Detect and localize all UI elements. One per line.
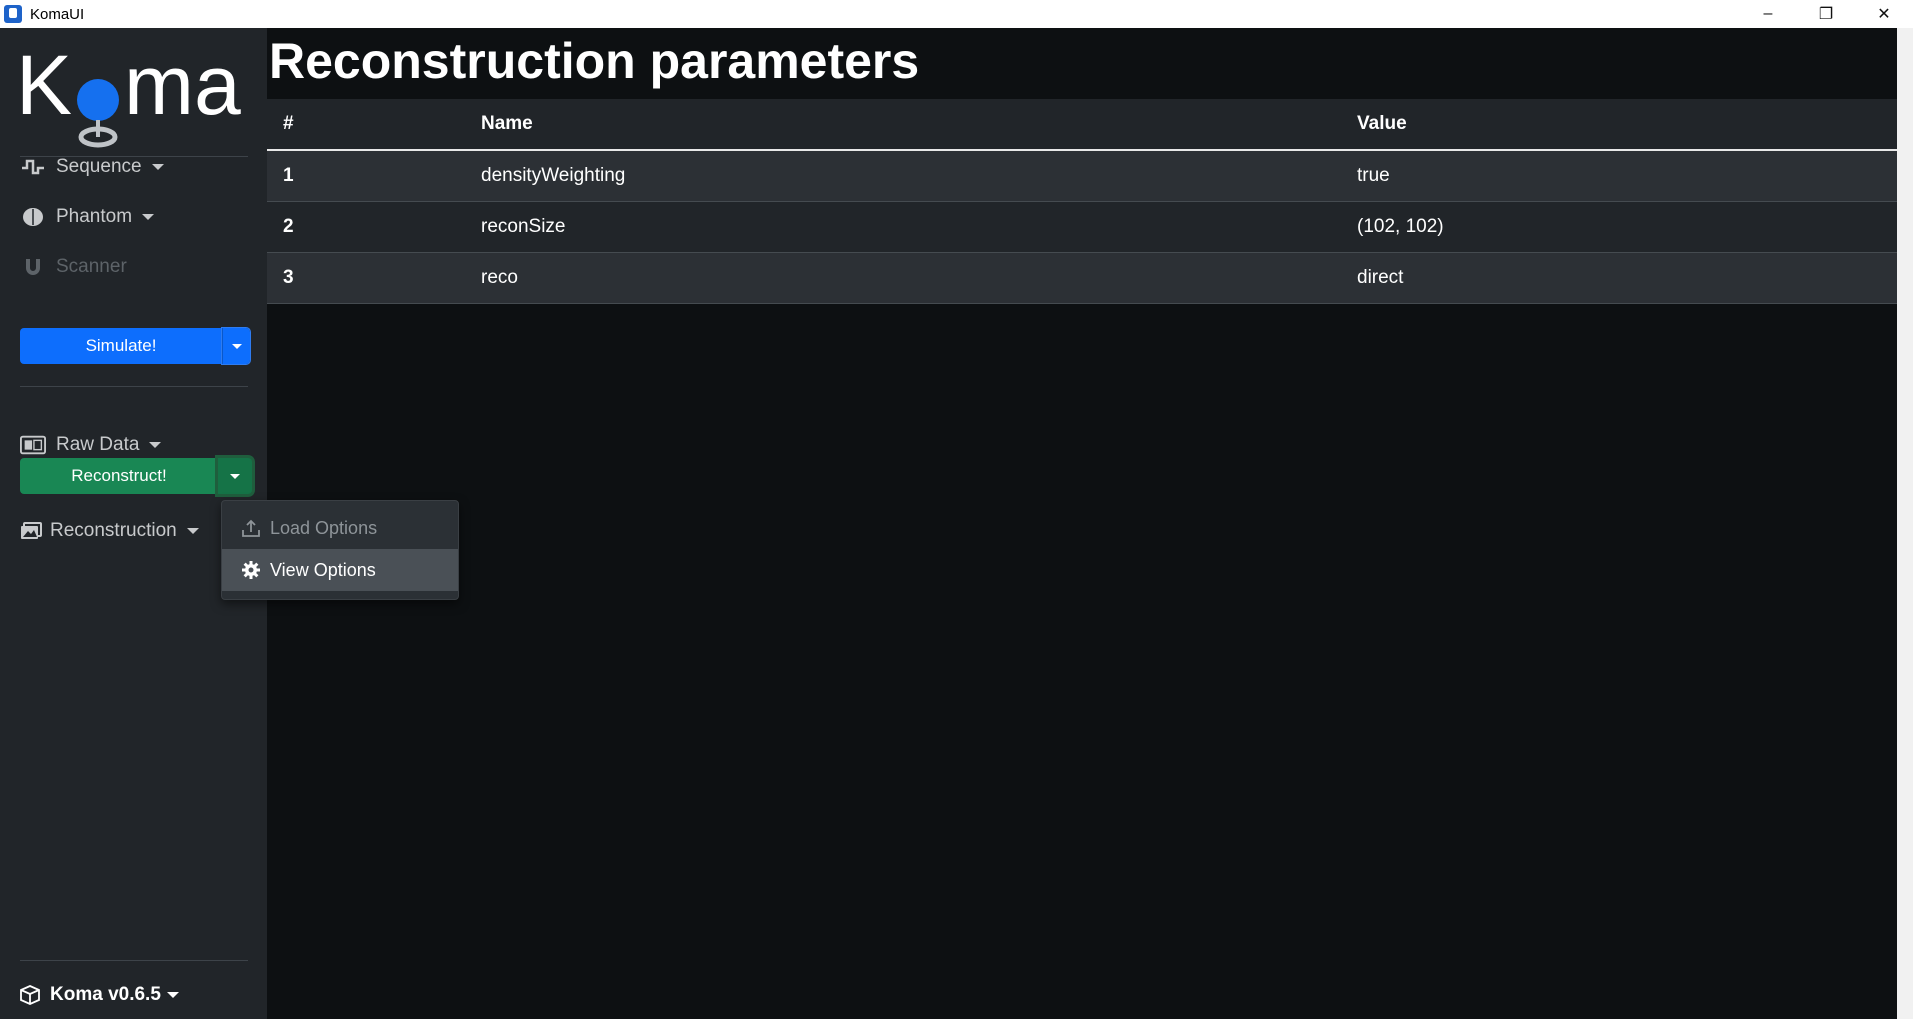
koma-logo[interactable]: K ma bbox=[16, 38, 250, 152]
reconstruct-button[interactable]: Reconstruct! bbox=[20, 458, 218, 494]
param-name: densityWeighting bbox=[465, 150, 1341, 202]
sidebar-item-scanner: Scanner bbox=[20, 252, 127, 282]
vertical-scrollbar[interactable] bbox=[1897, 28, 1913, 1019]
chevron-down-icon bbox=[149, 442, 162, 448]
images-icon bbox=[20, 520, 42, 542]
param-value: (102, 102) bbox=[1341, 201, 1897, 253]
sidebar-item-reconstruction[interactable]: Reconstruction bbox=[20, 516, 199, 546]
logo-text-ma: ma bbox=[124, 42, 241, 132]
chevron-down-icon bbox=[231, 343, 242, 349]
table-row: 2 reconSize (102, 102) bbox=[267, 201, 1897, 253]
table-row: 3 reco direct bbox=[267, 252, 1897, 304]
close-button[interactable]: ✕ bbox=[1855, 0, 1913, 28]
sidebar-item-raw-data[interactable]: Raw Data bbox=[20, 430, 162, 460]
chevron-down-icon bbox=[142, 214, 155, 220]
minimize-button[interactable]: – bbox=[1739, 0, 1797, 28]
reconstruct-split-button: Reconstruct! bbox=[20, 458, 252, 494]
sidebar-item-label: Sequence bbox=[56, 156, 142, 177]
param-name: reco bbox=[465, 252, 1341, 304]
version-menu[interactable]: Koma v0.6.5 bbox=[20, 984, 179, 1006]
sidebar-item-label: Scanner bbox=[56, 256, 127, 277]
reconstruct-dropdown-toggle[interactable] bbox=[218, 458, 252, 494]
brain-icon bbox=[20, 206, 46, 228]
menu-item-label: View Options bbox=[270, 559, 376, 580]
main-content: Reconstruction parameters # Name Value 1… bbox=[267, 28, 1897, 1019]
window-titlebar: KomaUI – ❐ ✕ bbox=[0, 0, 1913, 28]
row-number: 1 bbox=[267, 150, 465, 202]
simulate-button[interactable]: Simulate! bbox=[20, 328, 222, 364]
chevron-down-icon bbox=[186, 528, 199, 534]
column-header-name: Name bbox=[465, 99, 1341, 151]
row-number: 3 bbox=[267, 252, 465, 304]
version-label: Koma v0.6.5 bbox=[50, 984, 161, 1005]
simulate-dropdown-toggle[interactable] bbox=[221, 327, 251, 365]
pulse-icon bbox=[20, 156, 46, 178]
chevron-down-icon bbox=[151, 164, 164, 170]
column-header-num: # bbox=[267, 99, 465, 151]
sidebar-item-phantom[interactable]: Phantom bbox=[20, 202, 155, 232]
window-title: KomaUI bbox=[30, 5, 85, 23]
reconstruct-dropdown-menu: Load Options View Options bbox=[221, 500, 459, 600]
sidebar-item-label: Raw Data bbox=[56, 434, 140, 455]
chevron-down-icon bbox=[166, 992, 179, 998]
gear-icon bbox=[240, 559, 262, 581]
simulate-split-button: Simulate! bbox=[20, 327, 251, 365]
chevron-down-icon bbox=[230, 473, 240, 479]
raw-data-icon bbox=[20, 434, 46, 456]
app-icon bbox=[4, 5, 22, 23]
menu-item-view-options[interactable]: View Options bbox=[222, 549, 458, 591]
restore-button[interactable]: ❐ bbox=[1797, 0, 1855, 28]
param-value: true bbox=[1341, 150, 1897, 202]
window-controls: – ❐ ✕ bbox=[1739, 0, 1913, 28]
table-header-row: # Name Value bbox=[267, 99, 1897, 151]
sidebar-item-sequence[interactable]: Sequence bbox=[20, 152, 164, 182]
param-value: direct bbox=[1341, 252, 1897, 304]
table-row: 1 densityWeighting true bbox=[267, 150, 1897, 202]
sidebar-item-label: Phantom bbox=[56, 206, 133, 227]
param-name: reconSize bbox=[465, 201, 1341, 253]
divider bbox=[20, 386, 248, 387]
upload-icon bbox=[240, 517, 262, 539]
parameters-table: # Name Value 1 densityWeighting true 2 r… bbox=[267, 99, 1897, 304]
box-icon bbox=[20, 984, 42, 1006]
menu-item-load-options[interactable]: Load Options bbox=[222, 507, 458, 549]
page-title: Reconstruction parameters bbox=[269, 33, 920, 89]
divider bbox=[20, 960, 248, 961]
row-number: 2 bbox=[267, 201, 465, 253]
menu-item-label: Load Options bbox=[270, 517, 378, 538]
logo-dot-icon bbox=[77, 79, 119, 121]
sidebar-item-label: Reconstruction bbox=[50, 520, 177, 541]
magnet-icon bbox=[20, 256, 46, 278]
column-header-value: Value bbox=[1341, 99, 1897, 151]
logo-text-k: K bbox=[16, 42, 72, 132]
